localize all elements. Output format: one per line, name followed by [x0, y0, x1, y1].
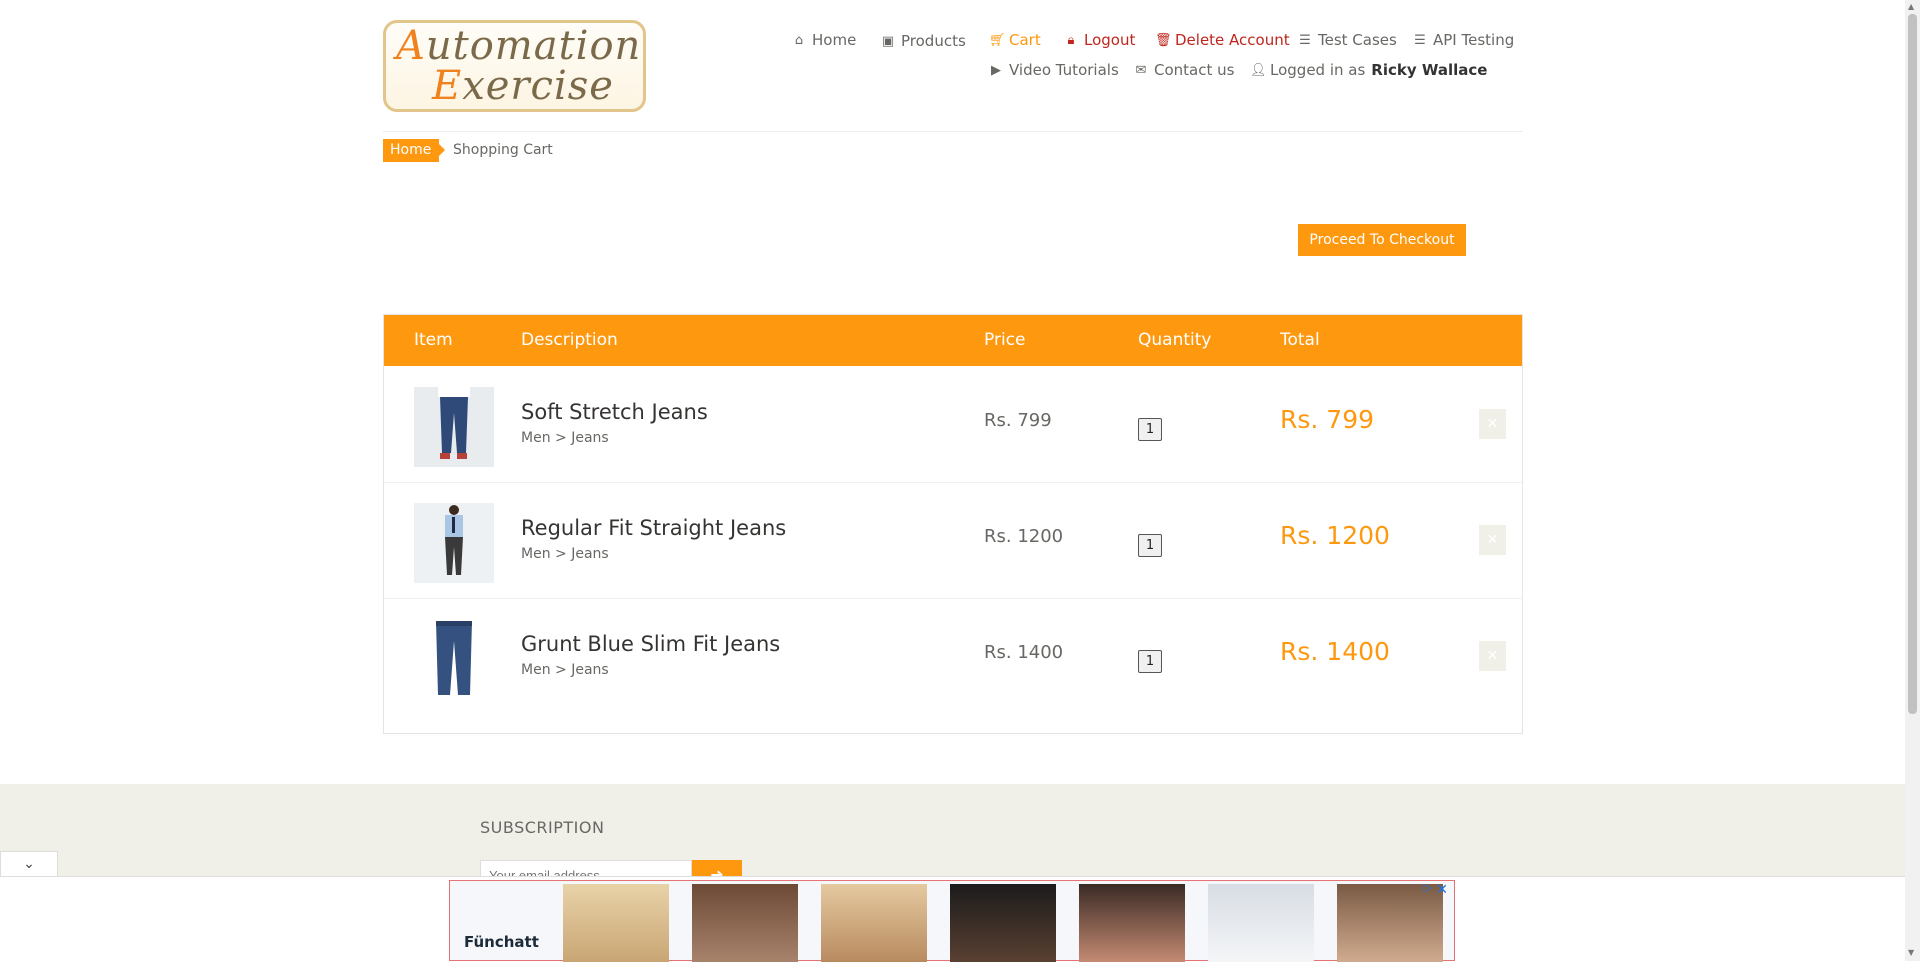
trash-icon: 🗑︎ [1155, 32, 1172, 48]
user-icon: 👤︎ [1250, 62, 1267, 78]
delete-item-button[interactable]: ✕ [1479, 641, 1506, 671]
nav-test-cases[interactable]: ☰ Test Cases [1298, 31, 1397, 49]
quantity-button[interactable]: 1 [1138, 650, 1162, 673]
proceed-to-checkout-button[interactable]: Proceed To Checkout [1298, 224, 1466, 256]
cart-header-row: Item Description Price Quantity Total [384, 315, 1522, 366]
ad-photo[interactable] [563, 884, 669, 962]
product-image[interactable] [414, 387, 494, 467]
list-icon: ☰ [1299, 32, 1311, 48]
product-category: Men > Jeans [521, 662, 609, 678]
scroll-down-icon[interactable]: ▼ [1908, 948, 1914, 957]
nav-delete-label: Delete Account [1175, 31, 1290, 49]
envelope-icon: ✉ [1135, 62, 1147, 78]
logo-text-2: xercise [462, 63, 614, 109]
nav-delete-account[interactable]: 🗑︎ Delete Account [1155, 31, 1290, 49]
nav-home-label: Home [812, 31, 857, 49]
scrollbar-thumb[interactable] [1908, 14, 1917, 714]
lock-icon: 🔒︎ [1067, 32, 1075, 48]
nav-api-label: API Testing [1433, 31, 1515, 49]
briefcase-icon: ▣ [881, 33, 895, 49]
chevron-down-icon: ⌄ [23, 856, 35, 872]
product-price: Rs. 1400 [984, 642, 1064, 663]
cart-row: Regular Fit Straight Jeans Men > Jeans R… [384, 482, 1522, 599]
product-total: Rs. 799 [1280, 405, 1375, 434]
cart-row: Grunt Blue Slim Fit Jeans Men > Jeans Rs… [384, 598, 1522, 714]
home-icon: ⌂ [794, 32, 804, 48]
product-name[interactable]: Regular Fit Straight Jeans [521, 516, 786, 540]
youtube-icon: ▶ [991, 62, 1001, 78]
delete-item-button[interactable]: ✕ [1479, 409, 1506, 439]
nav-api-testing[interactable]: ☰ API Testing [1413, 31, 1514, 49]
quantity-button[interactable]: 1 [1138, 418, 1162, 441]
scroll-up-icon[interactable]: ▲ [1908, 2, 1914, 11]
product-total: Rs. 1200 [1280, 521, 1390, 550]
ad-photo[interactable] [1337, 884, 1443, 962]
ad-info-icon[interactable]: ▷ [1424, 881, 1432, 894]
shopping-cart-icon: 🛒︎ [989, 32, 1006, 48]
nav-products-label: Products [901, 32, 966, 50]
header-description: Description [521, 330, 618, 350]
product-price: Rs. 799 [984, 410, 1052, 431]
nav-video-tutorials[interactable]: ▶ Video Tutorials [989, 61, 1119, 79]
ad-collapse-toggle[interactable]: ⌄ [0, 851, 58, 877]
ad-photo[interactable] [950, 884, 1056, 962]
nav-products[interactable]: ▣ Products [881, 32, 966, 50]
cart-table: Item Description Price Quantity Total So… [383, 314, 1523, 734]
header-total: Total [1280, 330, 1320, 350]
product-name[interactable]: Soft Stretch Jeans [521, 400, 708, 424]
product-image[interactable] [414, 503, 494, 583]
logged-in-status: 👤︎ Logged in as Ricky Wallace [1250, 61, 1487, 79]
product-total: Rs. 1400 [1280, 637, 1390, 666]
site-logo[interactable]: Automation Exercise [383, 20, 646, 112]
nav-home[interactable]: ⌂ Home [792, 31, 856, 49]
ad-photo[interactable] [1208, 884, 1314, 962]
product-category: Men > Jeans [521, 546, 609, 562]
header-quantity: Quantity [1138, 330, 1212, 350]
ad-brand: Fünchatt [464, 933, 539, 951]
logged-in-prefix: Logged in as [1270, 61, 1366, 79]
nav-cart-label: Cart [1009, 31, 1041, 49]
logged-in-user: Ricky Wallace [1371, 61, 1488, 79]
product-name[interactable]: Grunt Blue Slim Fit Jeans [521, 632, 780, 656]
close-icon: ✕ [1486, 648, 1499, 664]
product-image[interactable] [414, 619, 494, 699]
ad-photo[interactable] [821, 884, 927, 962]
header-divider [383, 131, 1523, 132]
breadcrumb-home[interactable]: Home [383, 139, 446, 162]
ad-banner[interactable]: Fünchatt ▷ ✕ [449, 880, 1455, 962]
list-icon: ☰ [1414, 32, 1426, 48]
logo-cap-e: E [432, 63, 463, 109]
delete-item-button[interactable]: ✕ [1479, 525, 1506, 555]
close-icon: ✕ [1486, 532, 1499, 548]
nav-contact-us[interactable]: ✉ Contact us [1134, 61, 1235, 79]
subscription-title: SUBSCRIPTION [480, 818, 605, 837]
nav-test-cases-label: Test Cases [1318, 31, 1397, 49]
ad-photo[interactable] [692, 884, 798, 962]
close-icon: ✕ [1486, 416, 1499, 432]
product-category: Men > Jeans [521, 430, 609, 446]
nav-cart[interactable]: 🛒︎ Cart [989, 31, 1041, 49]
nav-logout-label: Logout [1084, 31, 1136, 49]
nav-contact-label: Contact us [1154, 61, 1235, 79]
cart-row: Soft Stretch Jeans Men > Jeans Rs. 799 1… [384, 366, 1522, 483]
logo-cap-a: A [396, 23, 426, 69]
ad-photo[interactable] [1079, 884, 1185, 962]
nav-video-label: Video Tutorials [1009, 61, 1119, 79]
product-price: Rs. 1200 [984, 526, 1064, 547]
header-price: Price [984, 330, 1026, 350]
breadcrumb-current: Shopping Cart [453, 142, 553, 158]
nav-logout[interactable]: 🔒︎ Logout [1064, 31, 1136, 49]
ad-close-icon[interactable]: ✕ [1436, 882, 1448, 898]
header-item: Item [414, 330, 453, 350]
quantity-button[interactable]: 1 [1138, 534, 1162, 557]
